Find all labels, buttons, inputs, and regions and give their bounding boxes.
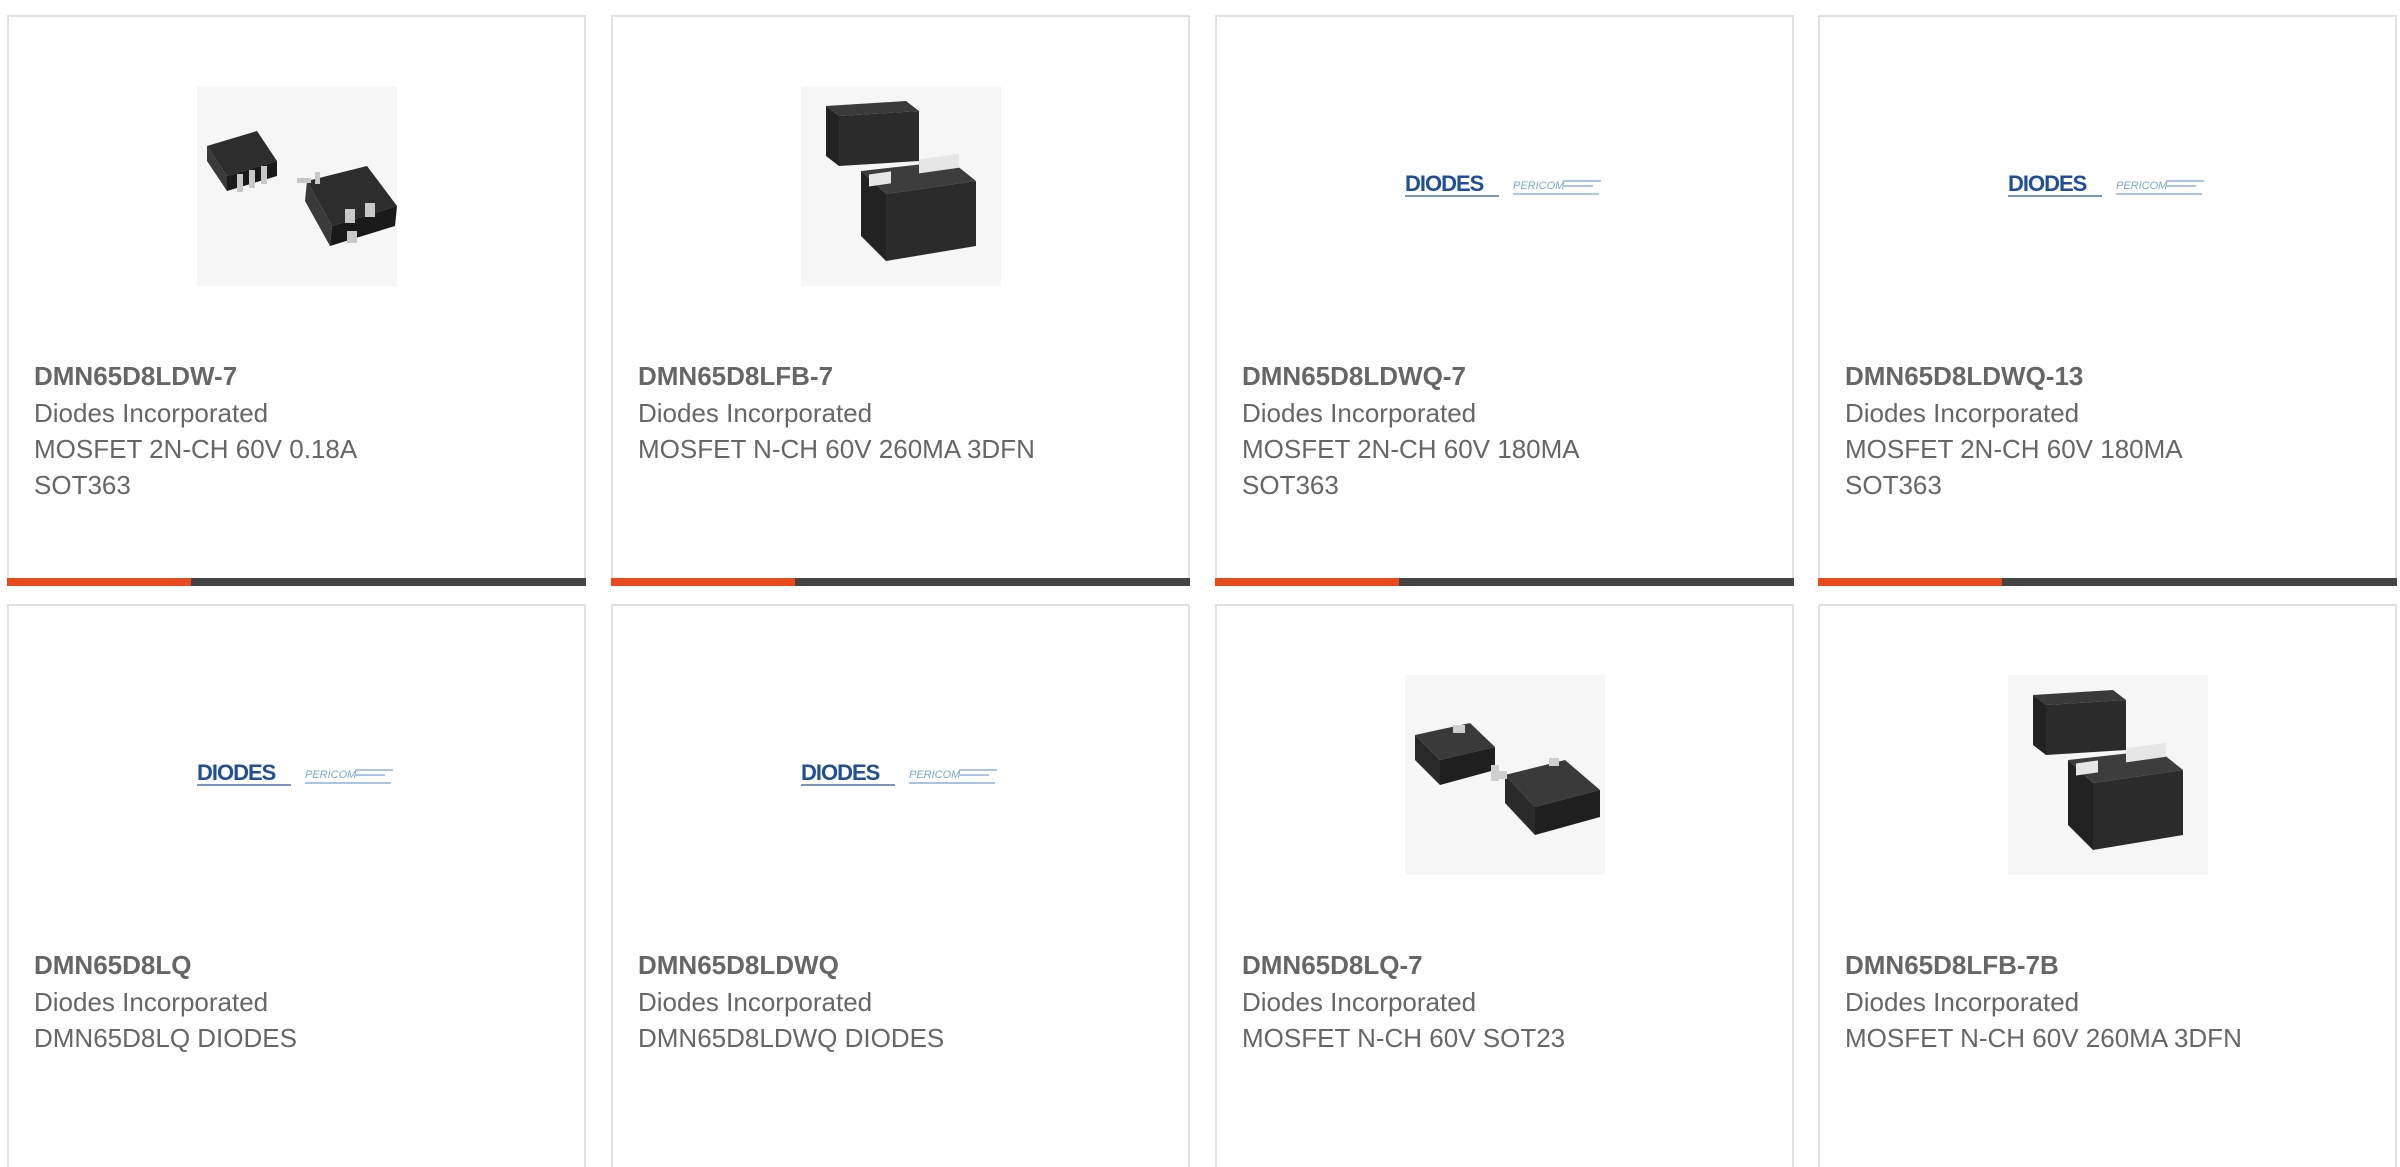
product-image[interactable] [1820,672,2395,877]
product-image[interactable] [613,83,1188,288]
manufacturer: Diodes Incorporated [1242,398,1477,428]
description: MOSFET 2N-CH 60V 180MA SOT363 [1845,434,2182,500]
product-card[interactable]: DMN65D8LFB-7B Diodes Incorporated MOSFET… [1818,604,2397,1167]
product-card[interactable]: DIODES PERICOM DMN65D8LDWQ-13 Diodes Inc… [1818,15,2397,586]
diodes-pericom-logo: DIODES PERICOM [1404,171,1601,197]
manufacturer: Diodes Incorporated [1242,987,1477,1017]
product-card[interactable]: DMN65D8LDW-7 Diodes Incorporated MOSFET … [7,15,586,586]
svg-text:PERICOM: PERICOM [909,769,961,781]
product-image[interactable] [1217,672,1792,877]
manufacturer: Diodes Incorporated [1845,398,2080,428]
diodes-pericom-logo: DIODES PERICOM [2007,171,2204,197]
part-number[interactable]: DMN65D8LFB-7B [1845,946,2375,984]
card-bottom-accent [1215,578,1399,586]
card-bottom-bar [611,578,1190,586]
card-bottom-bar [1818,578,2397,586]
manufacturer: Diodes Incorporated [638,398,873,428]
dfn-package-icon [2007,674,2208,875]
product-card[interactable]: DIODES PERICOM DMN65D8LDWQ-7 Diodes Inco… [1215,15,1794,586]
part-number[interactable]: DMN65D8LDWQ-13 [1845,357,2375,395]
product-card[interactable]: DIODES PERICOM DMN65D8LDWQ Diodes Incorp… [611,604,1190,1167]
product-card[interactable]: DIODES PERICOM DMN65D8LQ Diodes Incorpor… [7,604,586,1167]
card-bottom-bar [7,578,586,586]
sot363-package-icon [196,85,397,286]
part-number[interactable]: DMN65D8LQ [34,946,564,984]
diodes-pericom-logo: DIODES PERICOM [800,760,997,786]
dfn-package-icon [800,85,1001,286]
manufacturer: Diodes Incorporated [1845,987,2080,1017]
description: DMN65D8LQ DIODES [34,1023,297,1053]
part-number[interactable]: DMN65D8LFB-7 [638,357,1168,395]
product-image[interactable] [9,83,584,288]
product-card[interactable]: DMN65D8LFB-7 Diodes Incorporated MOSFET … [611,15,1190,586]
manufacturer: Diodes Incorporated [34,398,269,428]
description: MOSFET 2N-CH 60V 0.18A SOT363 [34,434,356,500]
card-bottom-accent [7,578,191,586]
product-image[interactable]: DIODES PERICOM [1217,83,1792,288]
sot23-package-icon [1404,674,1605,875]
svg-text:PERICOM: PERICOM [2116,180,2168,192]
manufacturer: Diodes Incorporated [638,987,873,1017]
description: MOSFET 2N-CH 60V 180MA SOT363 [1242,434,1579,500]
product-card[interactable]: DMN65D8LQ-7 Diodes Incorporated MOSFET N… [1215,604,1794,1167]
part-number[interactable]: DMN65D8LDW-7 [34,357,564,395]
part-number[interactable]: DMN65D8LQ-7 [1242,946,1772,984]
product-grid: DMN65D8LDW-7 Diodes Incorporated MOSFET … [0,0,2400,1167]
svg-text:PERICOM: PERICOM [1513,180,1565,192]
manufacturer: Diodes Incorporated [34,987,269,1017]
description: DMN65D8LDWQ DIODES [638,1023,945,1053]
svg-text:DIODES: DIODES [197,760,276,785]
product-image[interactable]: DIODES PERICOM [613,672,1188,877]
part-number[interactable]: DMN65D8LDWQ-7 [1242,357,1772,395]
description: MOSFET N-CH 60V 260MA 3DFN [1845,1023,2242,1053]
description: MOSFET N-CH 60V 260MA 3DFN [638,434,1035,464]
part-number[interactable]: DMN65D8LDWQ [638,946,1168,984]
card-bottom-bar [1215,578,1794,586]
svg-text:DIODES: DIODES [2008,171,2087,196]
card-bottom-accent [1818,578,2002,586]
svg-text:DIODES: DIODES [1405,171,1484,196]
description: MOSFET N-CH 60V SOT23 [1242,1023,1566,1053]
product-image[interactable]: DIODES PERICOM [9,672,584,877]
svg-text:DIODES: DIODES [801,760,880,785]
diodes-pericom-logo: DIODES PERICOM [196,760,393,786]
card-bottom-accent [611,578,795,586]
svg-text:PERICOM: PERICOM [305,769,357,781]
product-image[interactable]: DIODES PERICOM [1820,83,2395,288]
